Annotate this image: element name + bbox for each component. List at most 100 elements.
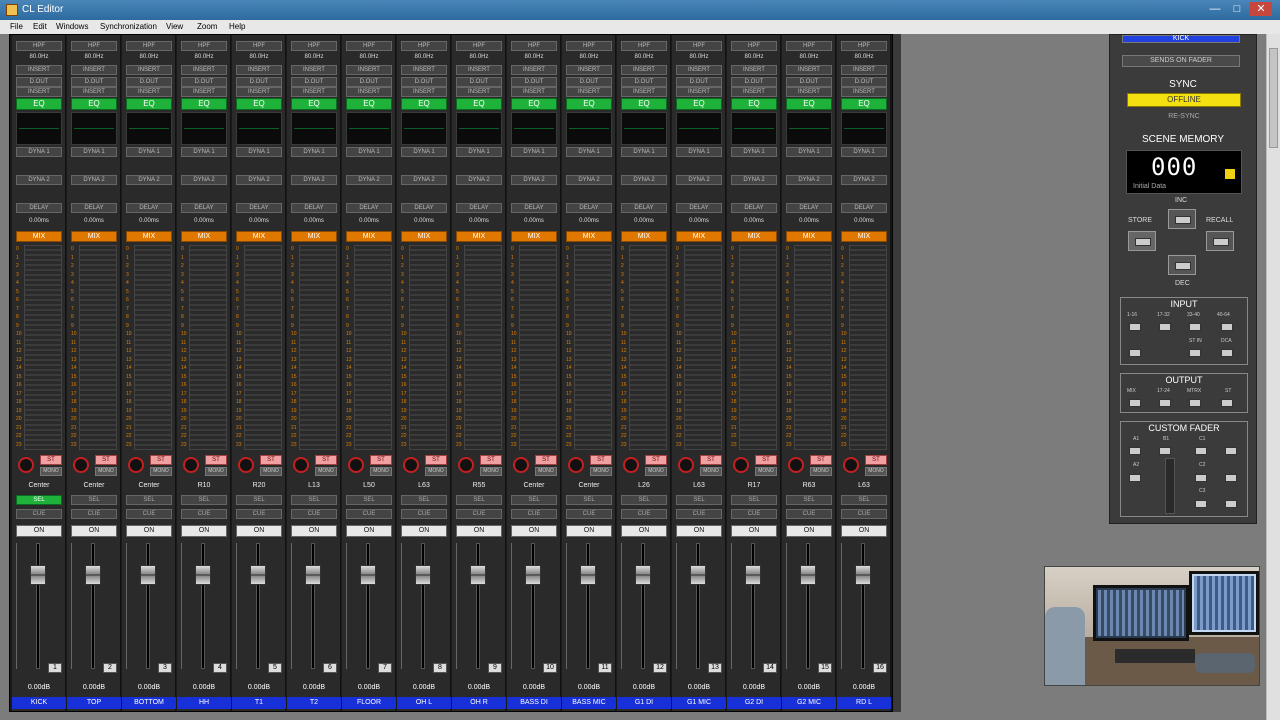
sel-button[interactable]: SEL xyxy=(731,495,777,505)
dyna2-button[interactable]: DYNA 2 xyxy=(511,175,557,185)
send-level-track[interactable] xyxy=(244,245,282,450)
delay-button[interactable]: DELAY xyxy=(126,203,172,213)
pan-knob[interactable] xyxy=(18,457,34,473)
mono-button[interactable]: MONO xyxy=(95,467,117,476)
cue-button[interactable]: CUE xyxy=(786,509,832,519)
eq-button[interactable]: EQ xyxy=(126,98,172,110)
st-button[interactable]: ST xyxy=(95,455,117,465)
mono-button[interactable]: MONO xyxy=(755,467,777,476)
mix-button[interactable]: MIX xyxy=(786,231,832,242)
on-button[interactable]: ON xyxy=(841,525,887,537)
dyna1-button[interactable]: DYNA 1 xyxy=(291,147,337,157)
fader-handle[interactable] xyxy=(30,565,46,585)
dyna2-button[interactable]: DYNA 2 xyxy=(126,175,172,185)
delay-button[interactable]: DELAY xyxy=(456,203,502,213)
insert-a-button[interactable]: INSERT xyxy=(126,65,172,75)
fader-handle[interactable] xyxy=(525,565,541,585)
cue-button[interactable]: CUE xyxy=(71,509,117,519)
eq-button[interactable]: EQ xyxy=(181,98,227,110)
cue-button[interactable]: CUE xyxy=(621,509,667,519)
dyna2-button[interactable]: DYNA 2 xyxy=(841,175,887,185)
sel-button[interactable]: SEL xyxy=(511,495,557,505)
on-button[interactable]: ON xyxy=(676,525,722,537)
pan-knob[interactable] xyxy=(73,457,89,473)
insert-a-button[interactable]: INSERT xyxy=(456,65,502,75)
sel-button[interactable]: SEL xyxy=(841,495,887,505)
st-button[interactable]: ST xyxy=(315,455,337,465)
fader-handle[interactable] xyxy=(745,565,761,585)
menu-edit[interactable]: Edit xyxy=(33,22,47,31)
eq-button[interactable]: EQ xyxy=(456,98,502,110)
dyna1-button[interactable]: DYNA 1 xyxy=(16,147,62,157)
dyna2-button[interactable]: DYNA 2 xyxy=(181,175,227,185)
pan-knob[interactable] xyxy=(623,457,639,473)
sel-button[interactable]: SEL xyxy=(16,495,62,505)
custom-d1-button[interactable] xyxy=(1225,447,1237,455)
insert-b-button[interactable]: INSERT xyxy=(676,87,722,97)
mix-button[interactable]: MIX xyxy=(456,231,502,242)
mix-button[interactable]: MIX xyxy=(236,231,282,242)
insert-a-button[interactable]: INSERT xyxy=(676,65,722,75)
vertical-scrollbar[interactable] xyxy=(1266,34,1280,720)
on-button[interactable]: ON xyxy=(401,525,447,537)
channel-name[interactable]: T1 xyxy=(232,697,286,709)
cue-button[interactable]: CUE xyxy=(401,509,447,519)
sel-button[interactable]: SEL xyxy=(346,495,392,505)
insert-a-button[interactable]: INSERT xyxy=(621,65,667,75)
resync-button[interactable]: RE-SYNC xyxy=(1127,111,1241,123)
channel-name[interactable]: G1 DI xyxy=(617,697,671,709)
send-level-track[interactable] xyxy=(849,245,887,450)
insert-b-button[interactable]: INSERT xyxy=(346,87,392,97)
delay-button[interactable]: DELAY xyxy=(401,203,447,213)
fader-handle[interactable] xyxy=(855,565,871,585)
fader-handle[interactable] xyxy=(690,565,706,585)
delay-button[interactable]: DELAY xyxy=(346,203,392,213)
input-1-16-button[interactable] xyxy=(1129,323,1141,331)
fader-track[interactable] xyxy=(311,543,315,669)
cue-button[interactable]: CUE xyxy=(566,509,612,519)
delay-button[interactable]: DELAY xyxy=(841,203,887,213)
eq-button[interactable]: EQ xyxy=(841,98,887,110)
on-button[interactable]: ON xyxy=(181,525,227,537)
dyna2-button[interactable]: DYNA 2 xyxy=(16,175,62,185)
custom-fader-strip[interactable] xyxy=(1165,458,1175,514)
eq-button[interactable]: EQ xyxy=(401,98,447,110)
pan-knob[interactable] xyxy=(788,457,804,473)
delay-button[interactable]: DELAY xyxy=(71,203,117,213)
insert-b-button[interactable]: INSERT xyxy=(401,87,447,97)
send-level-track[interactable] xyxy=(134,245,172,450)
mono-button[interactable]: MONO xyxy=(205,467,227,476)
menu-file[interactable]: File xyxy=(10,22,23,31)
eq-button[interactable]: EQ xyxy=(676,98,722,110)
delay-button[interactable]: DELAY xyxy=(236,203,282,213)
hpf-button[interactable]: HPF xyxy=(236,41,282,51)
cue-button[interactable]: CUE xyxy=(456,509,502,519)
insert-b-button[interactable]: INSERT xyxy=(621,87,667,97)
fader-track[interactable] xyxy=(91,543,95,669)
fader-track[interactable] xyxy=(531,543,535,669)
dyna1-button[interactable]: DYNA 1 xyxy=(346,147,392,157)
mono-button[interactable]: MONO xyxy=(535,467,557,476)
send-level-track[interactable] xyxy=(189,245,227,450)
mono-button[interactable]: MONO xyxy=(370,467,392,476)
st-button[interactable]: ST xyxy=(425,455,447,465)
direct-out-button[interactable]: D.OUT xyxy=(511,77,557,87)
channel-name[interactable]: G2 MIC xyxy=(782,697,836,709)
cue-button[interactable]: CUE xyxy=(291,509,337,519)
send-level-track[interactable] xyxy=(574,245,612,450)
sel-button[interactable]: SEL xyxy=(126,495,172,505)
mix-button[interactable]: MIX xyxy=(346,231,392,242)
hpf-button[interactable]: HPF xyxy=(401,41,447,51)
output-mtrx-button[interactable] xyxy=(1189,399,1201,407)
fader-track[interactable] xyxy=(806,543,810,669)
st-button[interactable]: ST xyxy=(755,455,777,465)
send-level-track[interactable] xyxy=(24,245,62,450)
hpf-button[interactable]: HPF xyxy=(511,41,557,51)
channel-name[interactable]: OH L xyxy=(397,697,451,709)
dyna2-button[interactable]: DYNA 2 xyxy=(71,175,117,185)
cue-button[interactable]: CUE xyxy=(346,509,392,519)
insert-b-button[interactable]: INSERT xyxy=(181,87,227,97)
mono-button[interactable]: MONO xyxy=(260,467,282,476)
sends-on-fader-button[interactable]: SENDS ON FADER xyxy=(1122,55,1240,67)
fader-handle[interactable] xyxy=(360,565,376,585)
